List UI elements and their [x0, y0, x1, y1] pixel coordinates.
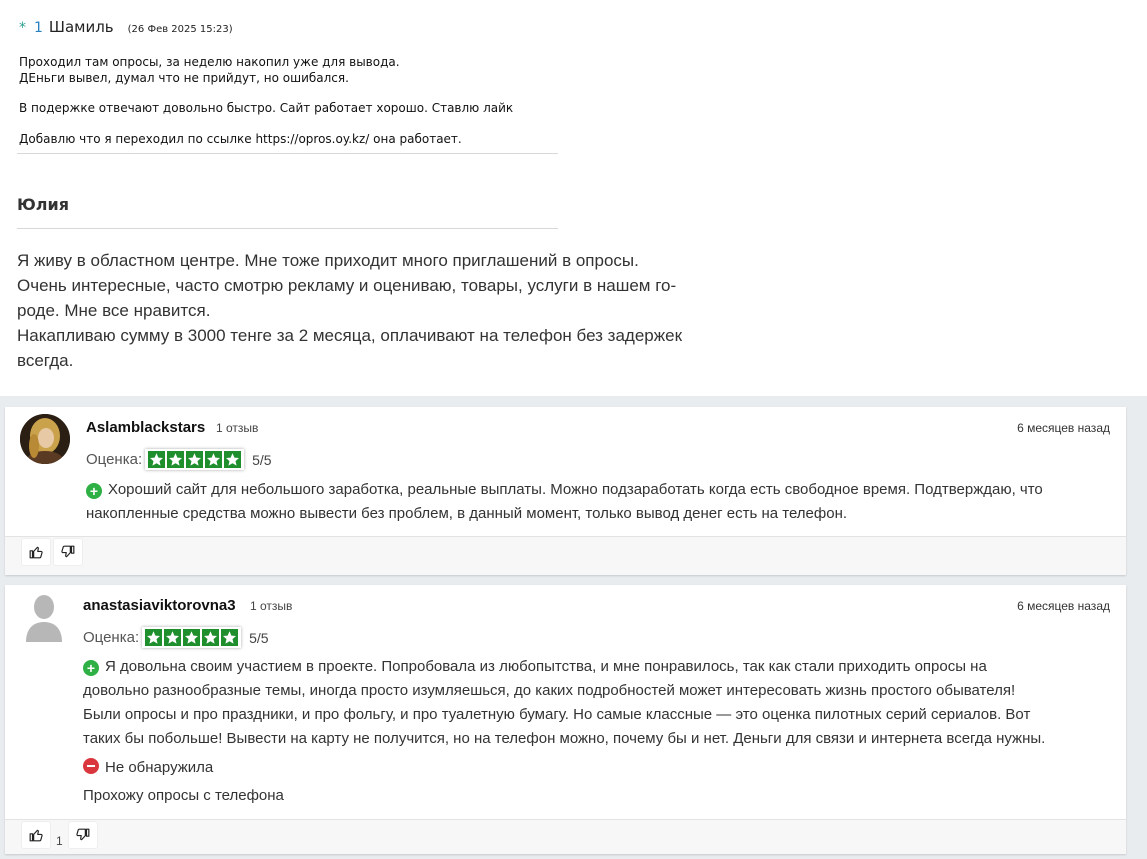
- comment-line: Накапливаю сумму в 3000 тенге за 2 месяц…: [17, 326, 683, 345]
- star-icon: [148, 451, 166, 468]
- forum-section: * 1 Шамиль (26 Фев 2025 15:23) Проходил …: [0, 0, 866, 396]
- star-icon: [205, 451, 223, 468]
- user-silhouette-icon: [26, 595, 62, 642]
- thumbs-down-icon: [76, 828, 90, 841]
- review-text-line: таких бы побольше! Вывести на карту не п…: [83, 730, 1046, 747]
- review-time: 6 месяцев назад: [1017, 421, 1110, 435]
- right-blank: [866, 0, 1147, 396]
- like-button[interactable]: [21, 538, 51, 566]
- comment-line: В подержке отвечают довольно быстро. Сай…: [19, 101, 514, 115]
- star-icon: [224, 451, 242, 468]
- review-card: Aslamblackstars 1 отзыв 6 месяцев назад …: [5, 407, 1126, 575]
- comment-body: Проходил там опросы, за неделю накопил у…: [19, 54, 559, 147]
- thumbs-up-icon: [29, 829, 43, 842]
- review-count[interactable]: 1 отзыв: [250, 599, 292, 613]
- rating-score: 5/5: [249, 629, 269, 646]
- comment-body: Я живу в областном центре. Мне тоже прих…: [17, 248, 697, 373]
- review-text-line: Я довольна своим участием в проекте. Поп…: [105, 658, 987, 675]
- review-pros: + Я довольна своим участием в проекте. По…: [83, 655, 1118, 751]
- star-icon: [186, 451, 204, 468]
- user-photo-icon: [20, 414, 70, 464]
- rating-label: Оценка:: [83, 629, 140, 646]
- comment-line: Я живу в областном центре. Мне тоже прих…: [17, 251, 639, 270]
- dislike-button[interactable]: [53, 538, 83, 566]
- thumbs-down-icon: [61, 545, 75, 558]
- rating: Оценка: 5/5: [83, 627, 269, 648]
- review-time: 6 месяцев назад: [1017, 599, 1110, 613]
- comment-line: всегда.: [17, 351, 74, 370]
- review-count[interactable]: 1 отзыв: [216, 421, 258, 435]
- comment-line: Добавлю что я переходил по ссылке https:…: [19, 132, 462, 146]
- comment-number[interactable]: 1: [34, 20, 43, 36]
- comment-line: ДЕньги вывел, думал что не прийдут, но о…: [19, 71, 349, 85]
- review-username[interactable]: Aslamblackstars: [86, 419, 205, 436]
- like-button[interactable]: [21, 821, 51, 849]
- review-footer: [5, 536, 1126, 575]
- star-icon: [164, 629, 182, 646]
- review-cons-text: Не обнаружила: [105, 759, 214, 776]
- plus-icon: +: [86, 483, 102, 499]
- avatar[interactable]: [22, 592, 66, 642]
- review-text-line: Хороший сайт для небольшого заработка, р…: [108, 481, 1043, 498]
- comment-line: Проходил там опросы, за неделю накопил у…: [19, 55, 400, 69]
- review-text-line: Были опросы и про праздники, и про фольг…: [83, 706, 1031, 723]
- divider: [17, 228, 558, 229]
- rating-stars: [142, 627, 242, 648]
- comment-date: (26 Фев 2025 15:23): [127, 24, 233, 35]
- plus-icon: +: [83, 660, 99, 676]
- star-icon: [167, 451, 185, 468]
- comment-author: Шамиль: [48, 18, 114, 36]
- comment-line: Очень интересные, часто смотрю рекламу и…: [17, 276, 677, 295]
- review-pros: + Хороший сайт для небольшого заработка, …: [86, 478, 1116, 526]
- star-icon: [202, 629, 220, 646]
- star-icon: [145, 629, 163, 646]
- comment-header: * 1 Шамиль (26 Фев 2025 15:23): [19, 18, 233, 36]
- review-username[interactable]: anastasiaviktorovna3: [83, 597, 236, 614]
- like-count: 1: [56, 834, 63, 848]
- review-footer: 1: [5, 819, 1126, 854]
- rating-stars: [145, 449, 245, 470]
- comment-line: роде. Мне все нравится.: [17, 301, 211, 320]
- avatar[interactable]: [20, 414, 70, 464]
- minus-icon: [83, 758, 99, 774]
- comment-author: Юлия: [17, 195, 69, 214]
- dislike-button[interactable]: [68, 821, 98, 849]
- review-text-line: накопленные средства можно вывести без п…: [86, 505, 848, 522]
- divider: [17, 153, 558, 154]
- review-cons: Не обнаружила: [83, 756, 213, 780]
- thumbs-up-icon: [29, 546, 43, 559]
- rating: Оценка: 5/5: [86, 449, 272, 470]
- rating-label: Оценка:: [86, 451, 143, 468]
- review-text-line: довольно разнообразные темы, иногда прос…: [83, 682, 1016, 699]
- star-icon: [183, 629, 201, 646]
- comment-marker: *: [19, 20, 26, 36]
- review-card: anastasiaviktorovna3 1 отзыв 6 месяцев н…: [5, 585, 1126, 854]
- star-icon: [221, 629, 239, 646]
- review-extra: Прохожу опросы с телефона: [83, 787, 284, 804]
- rating-score: 5/5: [252, 451, 272, 468]
